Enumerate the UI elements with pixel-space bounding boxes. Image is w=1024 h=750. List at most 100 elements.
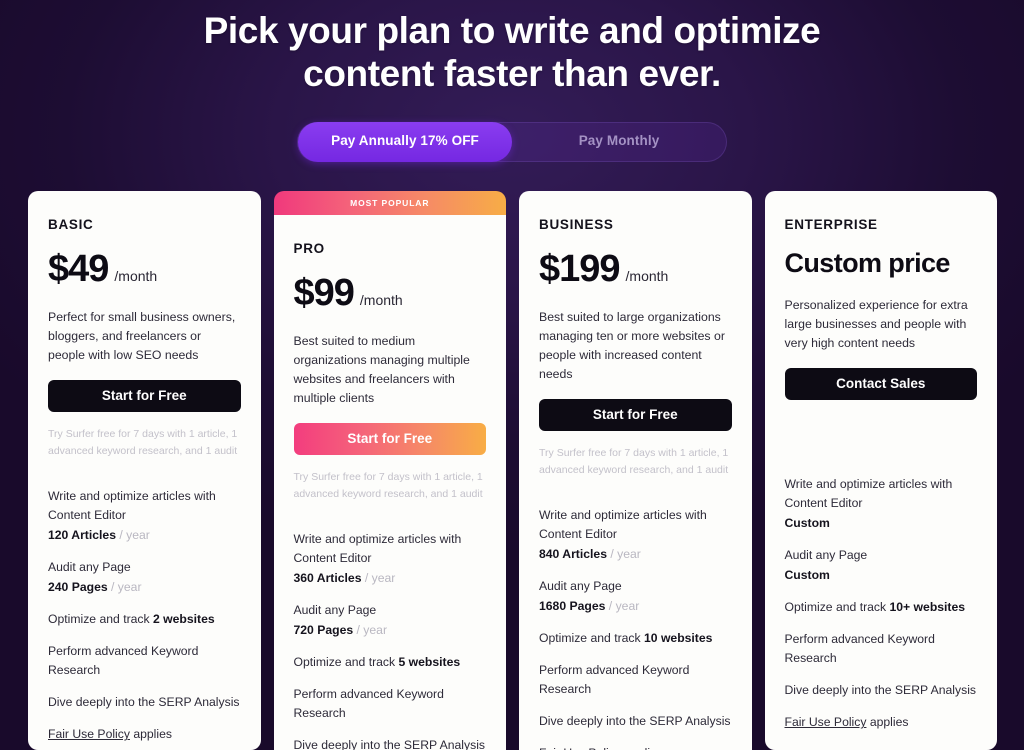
- feature-track-websites: Optimize and track 5 websites: [294, 653, 487, 672]
- feature-label: Optimize and track: [48, 612, 153, 627]
- feature-label: Write and optimize articles with Content…: [48, 489, 216, 523]
- pricing-card-enterprise: ENTERPRISE Custom price Personalized exper…: [764, 191, 997, 750]
- plan-description: Best suited to large organizations manag…: [539, 310, 725, 382]
- cta-button[interactable]: Start for Free: [48, 380, 241, 413]
- articles-value: 120 Articles: [48, 528, 116, 543]
- fair-use-policy-link[interactable]: Fair Use Policy: [48, 727, 130, 741]
- price-amount: Custom price: [784, 248, 951, 278]
- feature-metric: Custom: [785, 514, 978, 533]
- feature-label: Optimize and track: [784, 600, 890, 615]
- plan-description: Personalized experience for extra large …: [784, 298, 968, 351]
- feature-fair-use: Fair Use Policy applies: [539, 744, 732, 750]
- price-amount: $99: [293, 272, 355, 314]
- feature-audit: Audit any Page 1680 Pages / year: [539, 577, 732, 616]
- plan-name: ENTERPRISE: [784, 217, 878, 232]
- feature-content-editor: Write and optimize articles with Content…: [48, 487, 241, 545]
- card-body: BUSINESS $199/month Best suited to large o…: [519, 191, 752, 750]
- trial-note: Try Surfer free for 7 days with 1 articl…: [48, 428, 238, 458]
- feature-metric: 1680 Pages / year: [539, 597, 732, 616]
- feature-label: Write and optimize articles with Content…: [784, 477, 953, 511]
- pages-value: Custom: [784, 568, 830, 583]
- websites-value: 10+ websites: [889, 600, 966, 615]
- feature-label: Audit any Page: [293, 603, 377, 618]
- feature-keyword-research: Perform advanced Keyword Research: [539, 663, 690, 697]
- feature-metric: 720 Pages / year: [294, 621, 487, 640]
- feature-serp-analysis: Dive deeply into the SERP Analysis: [293, 738, 486, 750]
- feature-keyword-research: Perform advanced Keyword Research: [48, 644, 199, 678]
- feature-list: Write and optimize articles with Content…: [785, 475, 978, 732]
- page-title-line-1: Pick your plan to write and optimize: [203, 10, 821, 51]
- price-row: $99/month: [294, 272, 487, 315]
- feature-metric: 360 Articles / year: [294, 569, 487, 588]
- feature-label: Audit any Page: [784, 548, 868, 563]
- feature-label: Optimize and track: [539, 631, 644, 646]
- feature-label: Optimize and track: [293, 655, 399, 670]
- feature-track-websites: Optimize and track 10+ websites: [785, 598, 978, 617]
- page-title-line-2: content faster than ever.: [303, 52, 721, 94]
- billing-toggle-container: Pay Annually 17% OFF Pay Monthly: [0, 122, 1024, 163]
- pages-value: 240 Pages: [48, 580, 108, 595]
- pricing-cards: BASIC $49/month Perfect for small business…: [28, 191, 997, 750]
- plan-name: BUSINESS: [539, 217, 614, 232]
- price-period: /month: [625, 268, 669, 284]
- feature-list: Write and optimize articles with Content…: [294, 530, 487, 750]
- articles-value: 840 Articles: [539, 547, 607, 562]
- feature-label: Audit any Page: [539, 579, 622, 594]
- websites-value: 5 websites: [398, 655, 461, 670]
- pages-suffix: / year: [353, 623, 388, 638]
- feature-audit: Audit any Page Custom: [785, 546, 978, 585]
- price-row: $199/month: [539, 248, 732, 291]
- feature-metric: Custom: [785, 566, 978, 585]
- billing-toggle[interactable]: Pay Annually 17% OFF Pay Monthly: [297, 122, 727, 163]
- articles-suffix: / year: [606, 547, 641, 562]
- feature-metric: 840 Articles / year: [539, 545, 732, 564]
- websites-value: 10 websites: [644, 631, 713, 646]
- fair-use-policy-link[interactable]: Fair Use Policy: [785, 715, 867, 729]
- articles-suffix: / year: [115, 528, 150, 543]
- fair-use-policy-link[interactable]: Fair Use Policy: [539, 746, 621, 750]
- websites-value: 2 websites: [153, 612, 215, 627]
- feature-serp-analysis: Dive deeply into the SERP Analysis: [48, 695, 240, 710]
- feature-label: Write and optimize articles with Content…: [539, 508, 707, 542]
- feature-keyword-research: Perform advanced Keyword Research: [293, 687, 444, 721]
- pages-value: 1680 Pages: [539, 599, 606, 614]
- trial-note: Try Surfer free for 7 days with 1 articl…: [293, 471, 483, 501]
- fair-use-suffix: applies: [129, 727, 172, 742]
- feature-list: Write and optimize articles with Content…: [48, 487, 241, 744]
- price-period: /month: [114, 268, 158, 284]
- page-title: Pick your plan to write and optimize con…: [0, 0, 1024, 95]
- card-body: ENTERPRISE Custom price Personalized exper…: [764, 191, 997, 750]
- feature-audit: Audit any Page 720 Pages / year: [294, 601, 487, 640]
- feature-serp-analysis: Dive deeply into the SERP Analysis: [539, 714, 731, 729]
- price-amount: $199: [539, 248, 621, 290]
- pages-suffix: / year: [605, 599, 640, 614]
- cta-button[interactable]: Start for Free: [539, 399, 732, 432]
- pricing-card-basic: BASIC $49/month Perfect for small business…: [28, 191, 261, 750]
- feature-content-editor: Write and optimize articles with Content…: [539, 506, 732, 564]
- pages-value: 720 Pages: [293, 623, 354, 638]
- feature-fair-use: Fair Use Policy applies: [785, 713, 978, 732]
- feature-keyword-research: Perform advanced Keyword Research: [784, 632, 935, 666]
- feature-content-editor: Write and optimize articles with Content…: [785, 475, 978, 533]
- plan-name: PRO: [293, 241, 325, 256]
- articles-value: 360 Articles: [293, 571, 362, 586]
- feature-serp-analysis: Dive deeply into the SERP Analysis: [784, 683, 977, 698]
- trial-note: Try Surfer free for 7 days with 1 articl…: [539, 447, 729, 477]
- price-row: Custom price: [785, 248, 978, 279]
- billing-toggle-monthly[interactable]: Pay Monthly: [512, 122, 726, 162]
- plan-description: Best suited to medium organizations mana…: [293, 334, 470, 406]
- feature-audit: Audit any Page 240 Pages / year: [48, 558, 241, 597]
- feature-track-websites: Optimize and track 10 websites: [539, 629, 732, 648]
- price-row: $49/month: [48, 248, 241, 291]
- feature-list: Write and optimize articles with Content…: [539, 506, 732, 750]
- feature-metric: 120 Articles / year: [48, 526, 241, 545]
- card-body: BASIC $49/month Perfect for small business…: [28, 191, 261, 750]
- feature-track-websites: Optimize and track 2 websites: [48, 610, 241, 629]
- feature-label: Audit any Page: [48, 560, 131, 575]
- pricing-card-pro: MOST POPULAR PRO $99/month Best suited to m…: [273, 191, 506, 750]
- billing-toggle-annual[interactable]: Pay Annually 17% OFF: [298, 122, 512, 163]
- cta-button[interactable]: Start for Free: [293, 423, 486, 456]
- pricing-card-business: BUSINESS $199/month Best suited to large o…: [519, 191, 752, 750]
- cta-button[interactable]: Contact Sales: [784, 368, 977, 401]
- plan-description: Perfect for small business owners, blogg…: [48, 310, 236, 363]
